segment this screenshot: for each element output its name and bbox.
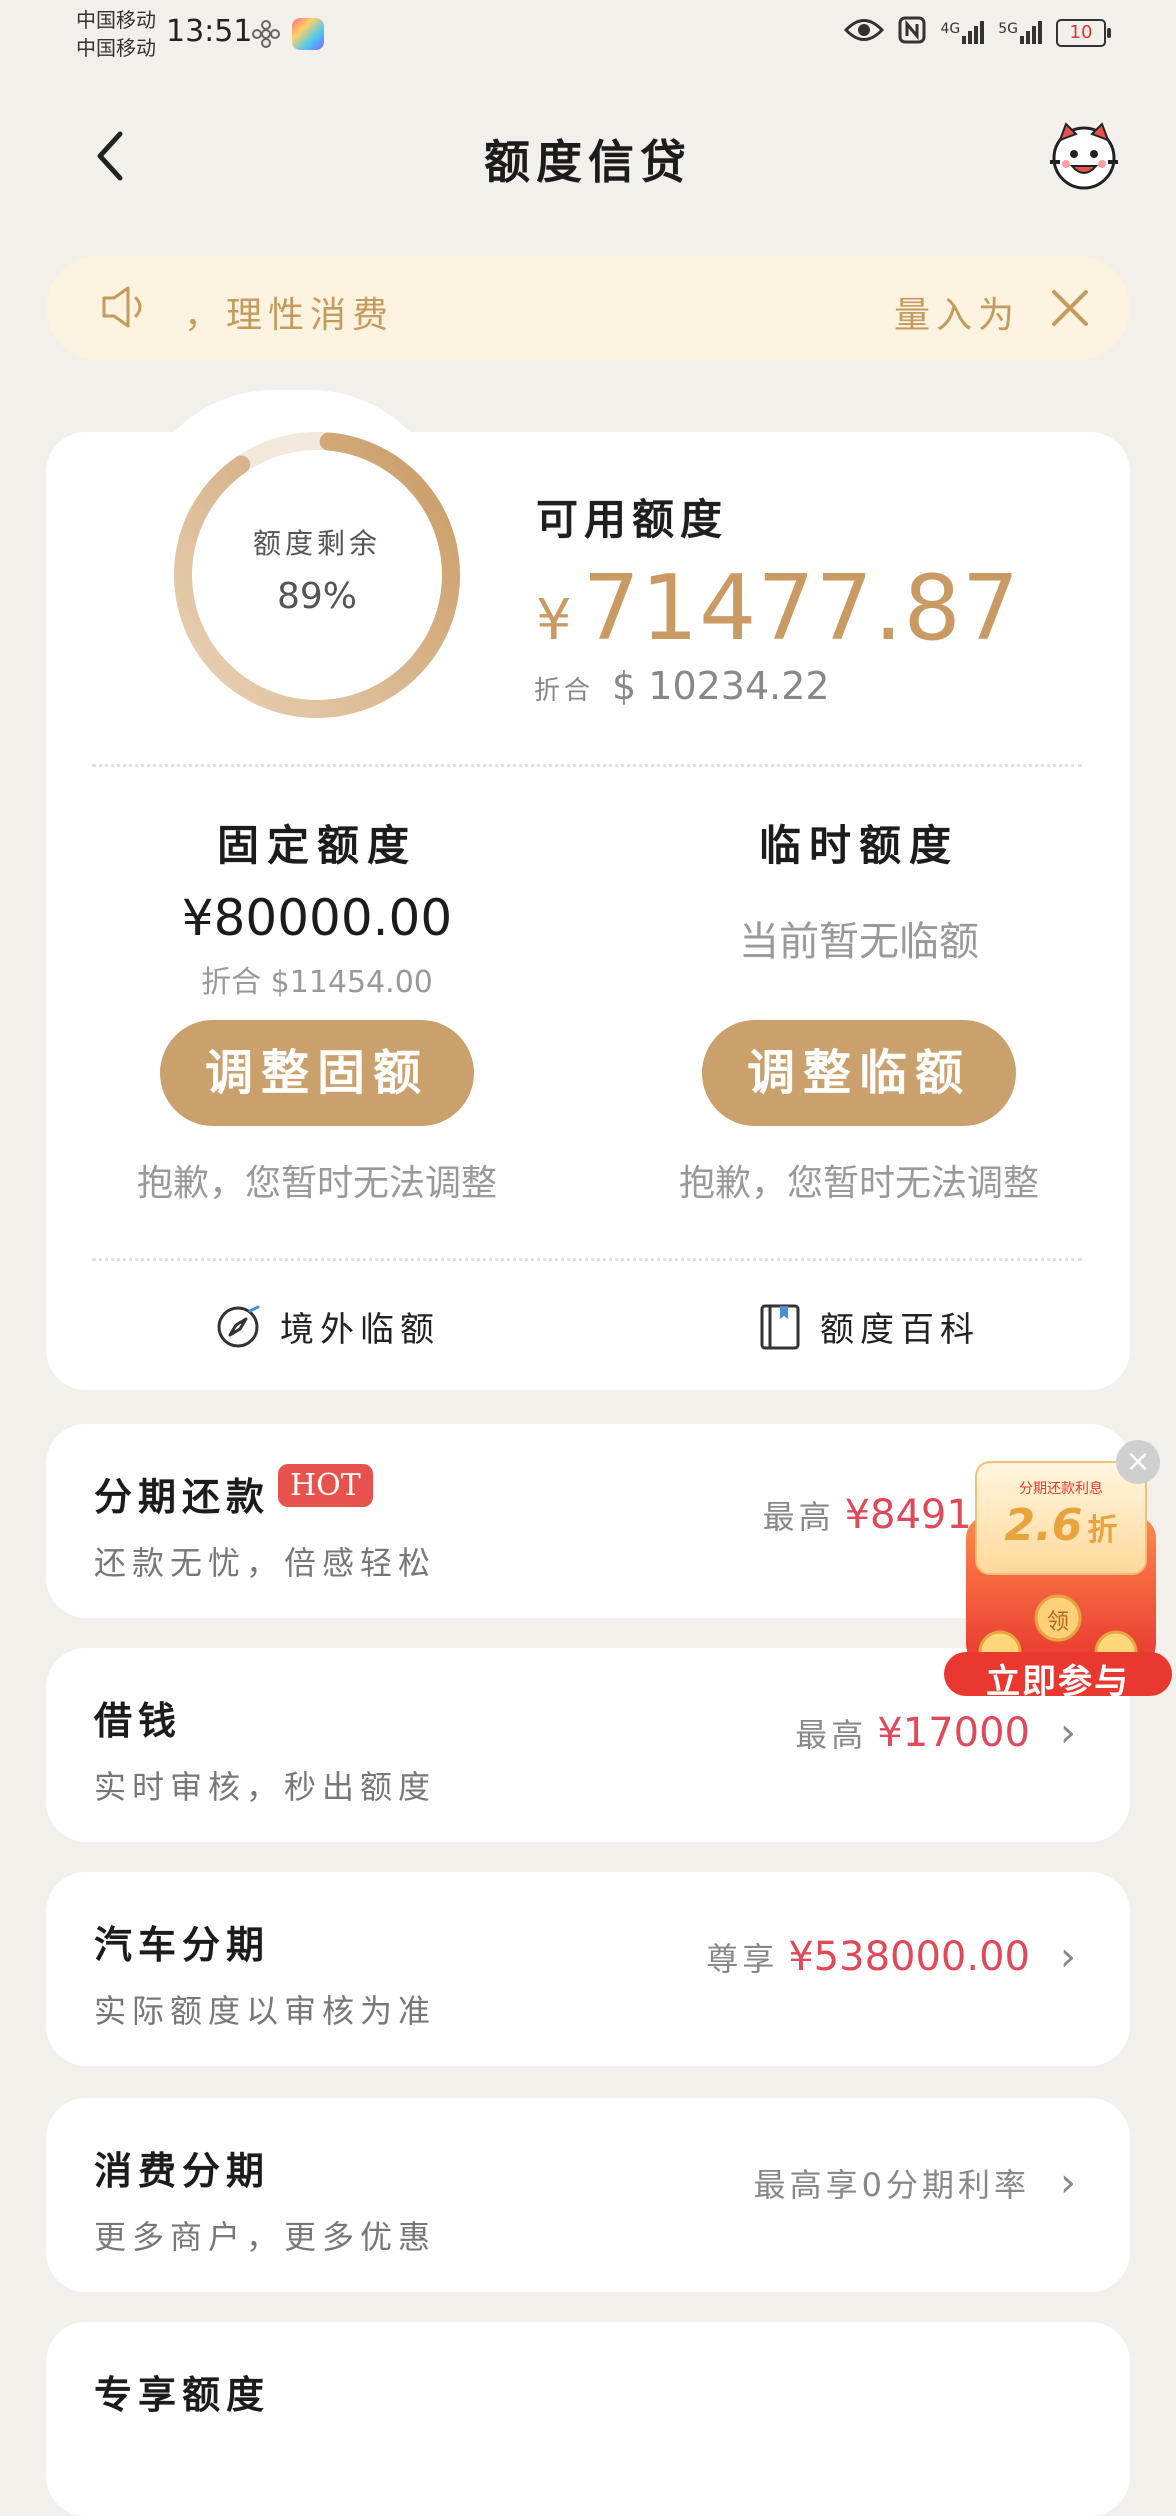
ring-percent: 89% — [276, 576, 357, 617]
fixed-limit-converted: 折合 $11454.00 — [201, 965, 433, 1000]
ring-progress — [174, 432, 460, 718]
header-bar: 额度信贷 — [0, 100, 1176, 210]
compass-icon — [217, 1305, 260, 1347]
overseas-temp-limit-link[interactable]: 境外临额 — [214, 1302, 440, 1351]
consumer-installment-card[interactable]: 消费分期 更多商户，更多优惠 最高享0分期利率 › — [46, 2098, 1130, 2292]
promo-coin-text: 领 — [1046, 1610, 1069, 1635]
divider — [92, 1258, 1082, 1261]
promo-discount-value: 2.6 — [1004, 1500, 1083, 1551]
close-icon: × — [1125, 1444, 1151, 1479]
available-converted: 折合 $ 10234.22 — [534, 664, 830, 708]
row-amount-prefix: 尊享 — [706, 1940, 779, 1978]
book-icon — [760, 1304, 800, 1349]
overseas-link-label: 境外临额 — [280, 1310, 440, 1350]
row-amount-group: 尊享 ¥538000.00 › — [706, 1934, 1076, 1980]
promo-discount: 2.6 折 — [976, 1500, 1146, 1551]
temp-limit-note: 抱歉，您暂时无法调整 — [678, 1163, 1039, 1204]
eye-icon — [844, 17, 885, 48]
currency-symbol: ¥ — [536, 588, 573, 653]
notice-text-right: 量入为 — [893, 295, 1020, 336]
speaker-icon — [98, 282, 154, 336]
fixed-limit-column: 固定额度 ¥80000.00 折合 $11454.00 — [46, 812, 588, 1001]
adjust-temp-limit-button[interactable]: 调整临额 — [702, 1020, 1016, 1126]
chevron-right-icon: › — [1060, 1934, 1076, 1980]
temp-limit-column: 临时额度 当前暂无临额 — [588, 812, 1130, 967]
fixed-limit-title: 固定额度 — [216, 821, 417, 870]
fixed-limit-note: 抱歉，您暂时无法调整 — [136, 1163, 497, 1204]
row-subtitle: 还款无忧，倍感轻松 — [94, 1544, 437, 1582]
row-amount: ¥538000.00 — [788, 1934, 1030, 1980]
row-title: 汽车分期 — [94, 1923, 271, 1967]
ring-label: 额度剩余 — [252, 527, 381, 560]
temp-limit-empty: 当前暂无临额 — [739, 919, 979, 965]
row-title: 分期还款 — [94, 1475, 271, 1519]
page-title: 额度信贷 — [484, 135, 692, 189]
net-type-2: 5G — [998, 21, 1018, 37]
promo-floating-widget[interactable]: 分期还款利息 2.6 折 领 立即参与 — [940, 1456, 1176, 1706]
status-icons: 4G 5G 10 — [844, 16, 1111, 49]
promo-discount-unit: 折 — [1087, 1513, 1118, 1548]
row-amount-prefix: 最高 — [795, 1716, 868, 1754]
row-title: 借钱 — [94, 1699, 183, 1743]
available-limit-label: 可用额度 — [536, 495, 729, 544]
app-notification-icon — [292, 18, 324, 50]
converted-value: $ 10234.22 — [612, 664, 830, 708]
close-icon — [1052, 290, 1088, 326]
converted-label: 折合 — [534, 676, 595, 706]
row-subtitle: 实时审核，秒出额度 — [94, 1768, 437, 1806]
carrier-line-1: 中国移动 — [76, 8, 156, 32]
adjust-fixed-limit-button[interactable]: 调整固额 — [160, 1020, 474, 1126]
carrier-line-2: 中国移动 — [76, 36, 156, 60]
hot-badge: HOT — [278, 1464, 373, 1507]
chevron-right-icon: › — [1060, 1710, 1076, 1756]
available-limit-amount: ¥71477.87 — [536, 556, 1020, 661]
row-amount: ¥17000 — [877, 1710, 1030, 1756]
net-type-1: 4G — [940, 21, 961, 37]
available-amount-value: 71477.87 — [582, 556, 1021, 661]
row-subtitle: 更多商户，更多优惠 — [94, 2218, 437, 2256]
row-title: 专享额度 — [94, 2373, 271, 2417]
row-amount-group: 最高 ¥17000 › — [795, 1710, 1076, 1756]
close-promo-button[interactable]: × — [1116, 1440, 1160, 1484]
row-subtitle: 实际额度以审核为准 — [94, 1992, 437, 2030]
remaining-ring-chart: 额度剩余 89% — [172, 430, 462, 720]
flower-icon — [250, 18, 282, 54]
signal-4g-icon: 4G — [940, 21, 985, 44]
battery-icon: 10 — [1056, 18, 1111, 47]
notice-text-left: ，理性消费 — [184, 295, 395, 336]
signal-5g-icon: 5G — [998, 21, 1042, 44]
notice-banner: ，理性消费 量入为 — [46, 256, 1130, 360]
nfc-icon — [898, 16, 926, 49]
promo-top-text: 分期还款利息 — [1019, 1481, 1103, 1497]
car-installment-card[interactable]: 汽车分期 实际额度以审核为准 尊享 ¥538000.00 › — [46, 1872, 1130, 2066]
row-title: 消费分期 — [94, 2149, 271, 2193]
exclusive-limit-card[interactable]: 专享额度 — [46, 2322, 1130, 2516]
wiki-link-label: 额度百科 — [820, 1310, 980, 1350]
mascot-avatar-icon[interactable] — [1046, 118, 1122, 194]
fixed-limit-amount: ¥80000.00 — [181, 889, 453, 947]
limit-wiki-link[interactable]: 额度百科 — [758, 1302, 980, 1351]
temp-limit-title: 临时额度 — [758, 821, 959, 870]
chevron-right-icon: › — [1060, 2160, 1076, 2206]
row-amount-prefix: 最高 — [762, 1498, 835, 1536]
row-amount-group: 最高享0分期利率 › — [754, 2160, 1076, 2206]
divider — [92, 764, 1082, 767]
status-bar: 中国移动 中国移动 13:51 4G 5G 10 — [0, 0, 1176, 80]
row-amount-prefix: 最高享0分期利率 — [753, 2166, 1030, 2204]
close-notice-button[interactable] — [1048, 286, 1092, 334]
carrier-info: 中国移动 中国移动 — [76, 6, 156, 62]
promo-cta: 立即参与 — [986, 1662, 1130, 1702]
clock: 13:51 — [166, 14, 253, 49]
